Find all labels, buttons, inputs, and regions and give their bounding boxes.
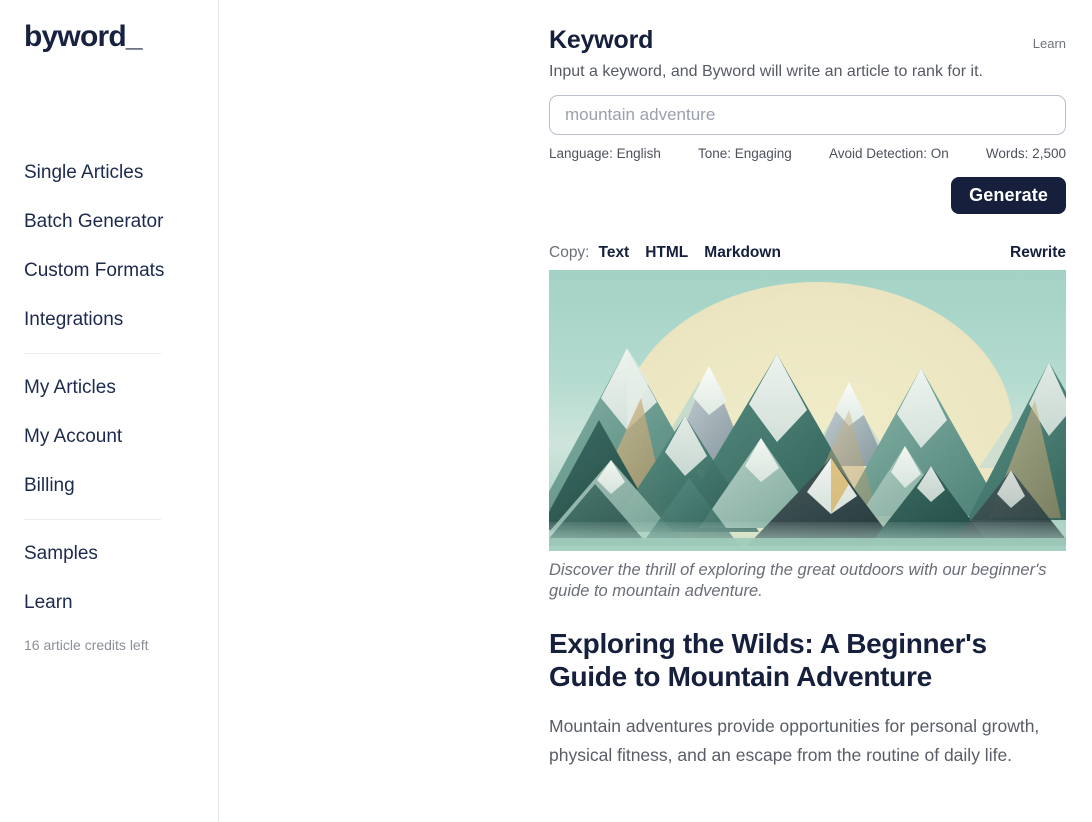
article-title: Exploring the Wilds: A Beginner's Guide … xyxy=(549,628,987,693)
content-panel: Keyword Learn Input a keyword, and Bywor… xyxy=(549,0,1066,786)
mountain-illustration xyxy=(549,269,1066,551)
sidebar-divider-1 xyxy=(24,353,161,354)
article-hero-image xyxy=(549,269,1066,551)
sidebar-nav: Single Articles Batch Generator Custom F… xyxy=(0,148,219,627)
copy-label: Copy: xyxy=(549,243,590,261)
generate-row: Generate xyxy=(549,176,1066,214)
main-content: Keyword Learn Input a keyword, and Bywor… xyxy=(219,0,1092,822)
copy-as-markdown-button[interactable]: Markdown xyxy=(704,244,781,262)
rewrite-button[interactable]: Rewrite xyxy=(1010,244,1066,262)
article-body-paragraph: Mountain adventures provide opportunitie… xyxy=(549,716,1040,765)
sidebar-divider-2 xyxy=(24,519,161,520)
result-toolbar: Copy: Text HTML Markdown Rewrite xyxy=(549,244,1066,262)
keyword-subtitle: Input a keyword, and Byword will write a… xyxy=(549,62,983,80)
copy-as-html-button[interactable]: HTML xyxy=(645,244,688,262)
sidebar-item-single-articles[interactable]: Single Articles xyxy=(0,148,219,197)
sidebar-item-batch-generator[interactable]: Batch Generator xyxy=(0,197,219,246)
sidebar-item-learn[interactable]: Learn xyxy=(0,578,219,627)
sidebar-item-samples[interactable]: Samples xyxy=(0,529,219,578)
option-tone[interactable]: Tone: Engaging xyxy=(698,146,792,161)
sidebar-item-custom-formats[interactable]: Custom Formats xyxy=(0,246,219,295)
sidebar-item-billing[interactable]: Billing xyxy=(0,461,219,510)
copy-as-text-button[interactable]: Text xyxy=(599,244,630,262)
sidebar-item-my-account[interactable]: My Account xyxy=(0,412,219,461)
generation-options: Language: English Tone: Engaging Avoid D… xyxy=(549,146,1066,161)
sidebar-item-integrations[interactable]: Integrations xyxy=(0,295,219,344)
option-avoid-detection[interactable]: Avoid Detection: On xyxy=(829,146,949,161)
option-words[interactable]: Words: 2,500 xyxy=(986,146,1066,161)
option-language[interactable]: Language: English xyxy=(549,146,661,161)
sidebar-item-my-articles[interactable]: My Articles xyxy=(0,363,219,412)
learn-link[interactable]: Learn xyxy=(1033,36,1066,51)
app-root: byword_ Single Articles Batch Generator … xyxy=(0,0,1092,822)
keyword-input[interactable] xyxy=(549,94,1066,135)
article-image-caption: Discover the thrill of exploring the gre… xyxy=(549,560,1047,601)
brand-logo[interactable]: byword_ xyxy=(24,22,143,52)
generate-button[interactable]: Generate xyxy=(951,176,1066,214)
page-title: Keyword xyxy=(549,26,654,54)
article-credits-label: 16 article credits left xyxy=(24,637,149,653)
keyword-header: Keyword Learn xyxy=(549,0,1066,55)
sidebar: byword_ Single Articles Batch Generator … xyxy=(0,0,219,822)
